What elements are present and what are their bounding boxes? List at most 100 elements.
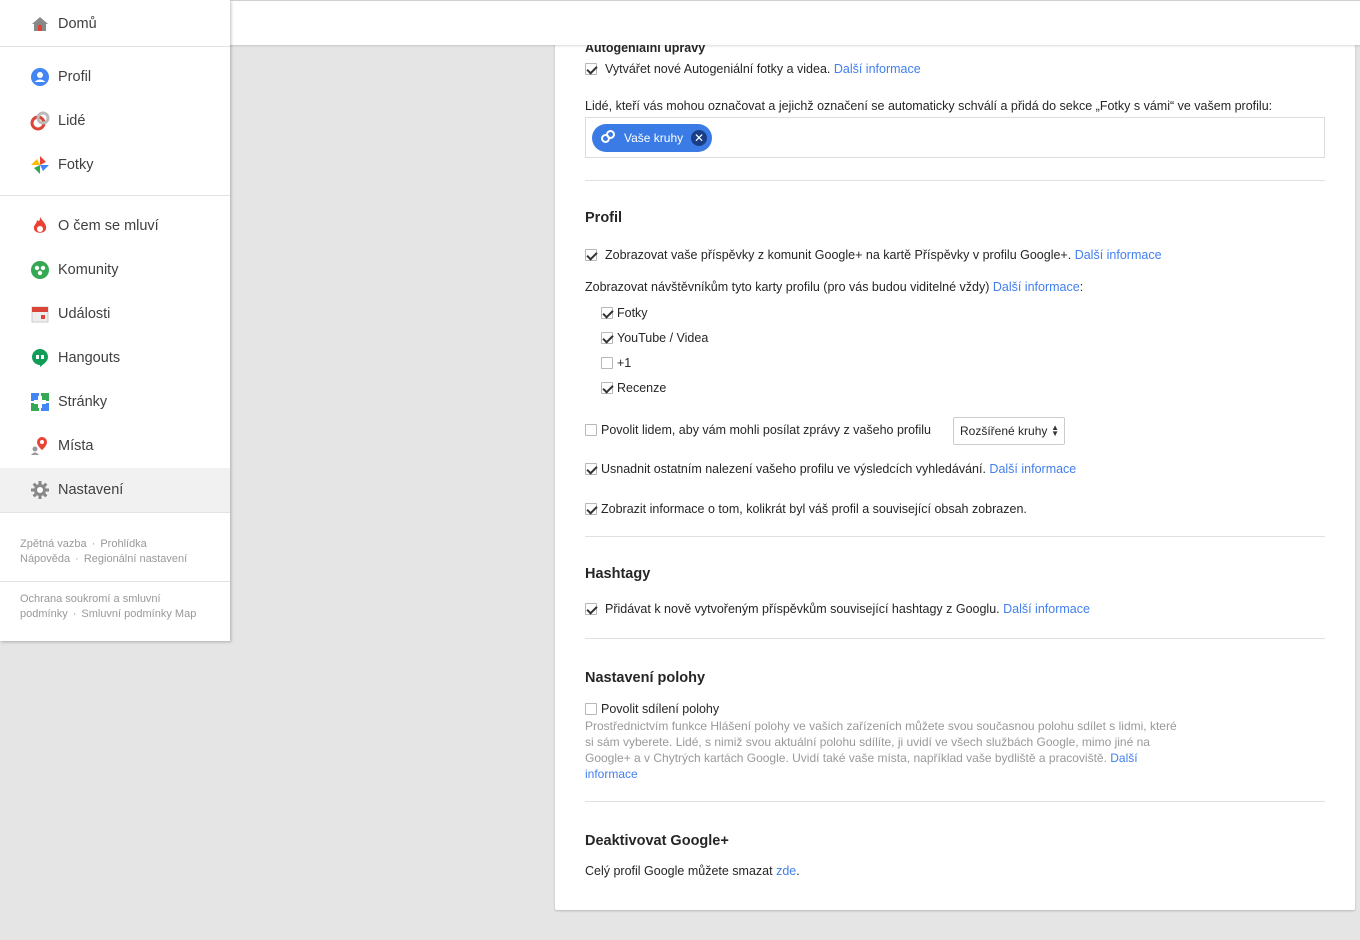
settings-card: Autogeniální úpravy Vytvářet nové Autoge… (555, 40, 1355, 910)
location-sharing-row: Povolit sdílení polohy (585, 701, 719, 717)
autoawesome-create-checkbox[interactable] (585, 63, 597, 75)
tour-link[interactable]: Prohlídka (100, 538, 146, 550)
sidebar-item-profile[interactable]: Profil (0, 55, 230, 99)
profile-search-checkbox[interactable] (585, 463, 597, 475)
select-value: Rozšířené kruhy (960, 424, 1048, 438)
profile-tab-label: Fotky (617, 306, 648, 320)
sidebar-item-label: Nastavení (58, 482, 124, 498)
communities-more-info-link[interactable]: Další informace (1075, 248, 1162, 262)
photos-icon (30, 155, 50, 175)
communities-posts-label: Zobrazovat vaše příspěvky z komunit Goog… (605, 248, 1072, 262)
feedback-link[interactable]: Zpětná vazba (20, 538, 87, 550)
sidebar-item-label: Komunity (58, 262, 119, 278)
profile-tab-label: +1 (617, 356, 632, 370)
profile-search-label: Usnadnit ostatním nalezení vašeho profil… (601, 462, 986, 476)
sidebar-item-photos[interactable]: Fotky (0, 143, 230, 187)
sidebar-item-label: Fotky (58, 157, 94, 173)
autoawesome-create-row: Vytvářet nové Autogeniální fotky a videa… (585, 61, 921, 77)
divider (0, 581, 230, 582)
location-description: Prostřednictvím funkce Hlášení polohy ve… (585, 718, 1185, 782)
chip-label: Vaše kruhy (624, 131, 684, 145)
sidebar-item-communities[interactable]: Komunity (0, 248, 230, 292)
sidebar-item-hangouts[interactable]: Hangouts (0, 336, 230, 380)
profile-section-title: Profil (585, 210, 623, 226)
people-icon (30, 111, 50, 131)
hangouts-icon (30, 348, 50, 368)
home-icon (30, 14, 50, 34)
sidebar-footer-legal: Ochrana soukromí a smluvní podmínky · Smlu… (20, 593, 197, 620)
communities-icon (30, 260, 50, 280)
profile-tab-reviews-row: Recenze (601, 380, 666, 396)
events-icon (30, 304, 50, 324)
profile-tab-plusone-checkbox[interactable] (601, 357, 613, 369)
settings-icon (30, 480, 50, 500)
profile-icon (30, 67, 50, 87)
divider (585, 801, 1325, 802)
divider (0, 46, 230, 47)
divider (0, 195, 230, 196)
divider (585, 180, 1325, 181)
sidebar-item-label: Domů (58, 16, 97, 32)
sidebar-item-label: Místa (58, 438, 94, 454)
profile-tab-photos-row: Fotky (601, 305, 648, 321)
profile-tab-reviews-checkbox[interactable] (601, 382, 613, 394)
select-arrows-icon: ▲ ▼ (1051, 423, 1059, 438)
location-sharing-checkbox[interactable] (585, 703, 597, 715)
hashtags-label: Přidávat k nově vytvořeným příspěvkům so… (605, 602, 1000, 616)
trending-icon (30, 216, 50, 236)
remove-chip-icon[interactable]: ✕ (691, 130, 707, 146)
hashtags-section-title: Hashtagy (585, 566, 651, 582)
places-icon (30, 436, 50, 456)
hashtags-checkbox[interactable] (585, 603, 597, 615)
regional-settings-link[interactable]: Regionální nastavení (84, 553, 187, 565)
profile-tab-youtube-row: YouTube / Videa (601, 330, 708, 346)
autoawesome-create-label: Vytvářet nové Autogeniální fotky a videa… (605, 62, 831, 76)
profile-messages-checkbox[interactable] (585, 424, 597, 436)
sidebar-item-label: Lidé (58, 113, 86, 129)
divider (585, 536, 1325, 537)
profile-views-checkbox[interactable] (585, 503, 597, 515)
divider (585, 638, 1325, 639)
sidebar-item-pages[interactable]: Stránky (0, 380, 230, 424)
tagging-label: Lidé, kteří vás mohou označovat a jejich… (585, 99, 1273, 113)
location-sharing-label: Povolit sdílení polohy (601, 702, 720, 716)
communities-posts-checkbox[interactable] (585, 249, 597, 261)
profile-search-more-info-link[interactable]: Další informace (989, 462, 1076, 476)
help-link[interactable]: Nápověda (20, 553, 70, 565)
sidebar-item-places[interactable]: Místa (0, 424, 230, 468)
divider (0, 512, 230, 513)
profile-search-row: Usnadnit ostatním nalezení vašeho profil… (585, 461, 1076, 477)
deactivate-label: Celý profil Google můžete smazat (585, 864, 773, 878)
tagging-circles-input[interactable]: Vaše kruhy ✕ (585, 117, 1325, 158)
profile-messages-row: Povolit lidem, aby vám mohli posílat zpr… (585, 422, 931, 438)
sidebar-item-settings[interactable]: Nastavení (0, 468, 230, 512)
hashtags-more-info-link[interactable]: Další informace (1003, 602, 1090, 616)
profile-tabs-more-info-link[interactable]: Další informace (993, 280, 1080, 294)
sidebar-nav: Domů Profil Lidé Fotky O čem se mluví Ko… (0, 0, 230, 641)
profile-tab-plusone-row: +1 (601, 355, 631, 371)
messages-circles-select[interactable]: Rozšířené kruhy ▲ ▼ (953, 417, 1065, 445)
maps-terms-link[interactable]: Smluvní podmínky Map (81, 608, 196, 620)
delete-profile-link[interactable]: zde (776, 864, 796, 878)
sidebar-item-home[interactable]: Domů (0, 2, 230, 46)
profile-tab-photos-checkbox[interactable] (601, 307, 613, 319)
location-section-title: Nastavení polohy (585, 670, 706, 686)
profile-views-label: Zobrazit informace o tom, kolikrát byl v… (601, 502, 1027, 516)
profile-tabs-text: Zobrazovat návštěvníkům tyto karty profi… (585, 280, 990, 294)
circles-icon (600, 130, 616, 146)
sidebar-item-label: O čem se mluví (58, 218, 159, 234)
sidebar-item-trending[interactable]: O čem se mluví (0, 204, 230, 248)
profile-tab-label: Recenze (617, 381, 667, 395)
profile-tab-label: YouTube / Videa (617, 331, 709, 345)
sidebar-item-events[interactable]: Události (0, 292, 230, 336)
profile-tab-youtube-checkbox[interactable] (601, 332, 613, 344)
circles-chip[interactable]: Vaše kruhy ✕ (592, 124, 712, 152)
sidebar-item-label: Události (58, 306, 111, 322)
sidebar-item-label: Stránky (58, 394, 108, 410)
sidebar-item-people[interactable]: Lidé (0, 99, 230, 143)
autoawesome-more-info-link[interactable]: Další informace (834, 62, 921, 76)
location-description-text: Prostřednictvím funkce Hlášení polohy ve… (585, 719, 1177, 765)
sidebar-footer-links: Zpětná vazba · Prohlídka Nápověda · Regionál… (20, 538, 188, 565)
pages-icon (30, 392, 50, 412)
colon: : (1079, 280, 1084, 294)
